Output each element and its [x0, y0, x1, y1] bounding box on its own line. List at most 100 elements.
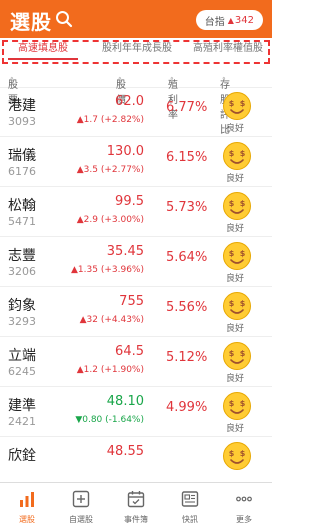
table-row[interactable]: 港建 3093 62.0 ▲1.7 (+2.82%) 6.77% $ $ 良好 — [0, 88, 272, 137]
svg-text:$: $ — [229, 249, 235, 258]
stock-yield: 6.15% — [166, 150, 208, 165]
bottom-nav: 選股 自選股 事件簿 快訊 更多 — [0, 482, 272, 528]
nav-item-watchlist[interactable]: 自選股 — [54, 483, 108, 528]
money-face-icon: $ $ — [222, 341, 252, 371]
stock-price: 99.5 — [115, 194, 144, 209]
index-label: 台指 — [204, 16, 225, 28]
stock-change: ▲32 (+4.43%) — [79, 315, 144, 325]
stock-price: 755 — [119, 294, 144, 309]
stock-change: ▲1.35 (+3.96%) — [71, 265, 144, 275]
nav-item-news[interactable]: 快訊 — [163, 483, 217, 528]
index-badge[interactable]: 台指 ▲ 342 — [195, 10, 263, 30]
stock-price: 48.55 — [106, 444, 144, 459]
rating-label: 良好 — [226, 374, 245, 384]
stock-code: 5471 — [8, 215, 36, 228]
stock-change: ▼0.80 (-1.64%) — [75, 415, 144, 425]
svg-text:$: $ — [240, 349, 246, 358]
search-icon[interactable] — [55, 10, 73, 28]
svg-text:$: $ — [229, 149, 235, 158]
table-header: 股票⇕ 股價⇕ 殖利率⇕ 存股評比⇕ — [0, 64, 272, 136]
bar-chart-icon — [20, 492, 34, 507]
table-row[interactable]: 欣銓 48.55 $ $ — [0, 438, 272, 487]
more-dots-icon — [236, 496, 252, 502]
calendar-icon — [127, 491, 145, 508]
rating-label: 良好 — [226, 324, 245, 334]
money-face-icon: $ $ — [222, 241, 252, 271]
category-tabs: 高速填息股 股利年年成長股 高殖利率權值股 — [0, 38, 272, 60]
svg-text:$: $ — [229, 99, 235, 108]
tab-high-yield-weight[interactable]: 高殖利率權值股 — [186, 38, 270, 60]
table-row[interactable]: 建準 2421 48.10 ▼0.80 (-1.64%) 4.99% $ $ 良好 — [0, 388, 272, 437]
stock-price: 48.10 — [106, 394, 144, 409]
stock-code: 2421 — [8, 415, 36, 428]
active-tab-indicator — [8, 58, 78, 60]
table-row[interactable]: 松翰 5471 99.5 ▲2.9 (+3.00%) 5.73% $ $ 良好 — [0, 188, 272, 237]
svg-text:$: $ — [240, 449, 246, 458]
stock-change: ▲2.9 (+3.00%) — [76, 215, 144, 225]
money-face-icon: $ $ — [222, 291, 252, 321]
stock-change: ▲1.2 (+1.90%) — [76, 365, 144, 375]
plus-square-icon — [72, 490, 90, 508]
svg-text:$: $ — [229, 399, 235, 408]
rating-label: 良好 — [226, 274, 245, 284]
stock-name: 志豐 — [8, 248, 36, 264]
stock-yield: 6.77% — [166, 100, 208, 115]
stock-change: ▲1.7 (+2.82%) — [76, 115, 144, 125]
stock-name: 瑞儀 — [8, 148, 36, 164]
money-face-icon: $ $ — [222, 91, 252, 121]
stock-name: 港建 — [8, 98, 36, 114]
stock-yield: 4.99% — [166, 400, 208, 415]
svg-text:$: $ — [240, 99, 246, 108]
nav-item-more[interactable]: 更多 — [217, 483, 271, 528]
stock-code: 3093 — [8, 115, 36, 128]
tab-fast-dividend[interactable]: 高速填息股 — [8, 38, 78, 60]
top-bar: 選股 台指 ▲ 342 — [0, 0, 272, 38]
money-face-icon: $ $ — [222, 391, 252, 421]
table-row[interactable]: 志豐 3206 35.45 ▲1.35 (+3.96%) 5.64% $ $ 良好 — [0, 238, 272, 287]
rating-label: 良好 — [226, 424, 245, 434]
svg-text:$: $ — [240, 249, 246, 258]
page-title: 選股 — [10, 10, 52, 34]
stock-yield: 5.73% — [166, 200, 208, 215]
svg-text:$: $ — [229, 199, 235, 208]
stock-name: 欣銓 — [8, 448, 36, 464]
nav-item-events[interactable]: 事件簿 — [109, 483, 163, 528]
stock-name: 鈞象 — [8, 298, 36, 314]
sort-icon: ⇕ — [221, 76, 227, 84]
index-up-arrow-icon: ▲ — [227, 15, 234, 25]
stock-price: 64.5 — [115, 344, 144, 359]
news-icon — [181, 491, 199, 507]
table-row[interactable]: 鈞象 3293 755 ▲32 (+4.43%) 5.56% $ $ 良好 — [0, 288, 272, 337]
money-face-icon: $ $ — [222, 441, 252, 471]
sort-icon: ⇕ — [169, 76, 175, 84]
index-value: 342 — [234, 14, 254, 26]
stock-change: ▲3.5 (+2.77%) — [76, 165, 144, 175]
svg-text:$: $ — [240, 399, 246, 408]
stock-code: 6176 — [8, 165, 36, 178]
stock-price: 62.0 — [115, 94, 144, 109]
stock-price: 35.45 — [106, 244, 144, 259]
sort-icon: ⇕ — [9, 76, 15, 84]
stock-code: 3206 — [8, 265, 36, 278]
stock-yield: 5.64% — [166, 250, 208, 265]
table-row[interactable]: 立端 6245 64.5 ▲1.2 (+1.90%) 5.12% $ $ 良好 — [0, 338, 272, 387]
nav-item-screener[interactable]: 選股 — [0, 483, 54, 528]
svg-text:$: $ — [240, 199, 246, 208]
svg-text:$: $ — [240, 149, 246, 158]
rating-label: 良好 — [226, 124, 245, 134]
svg-text:$: $ — [229, 349, 235, 358]
svg-text:$: $ — [229, 299, 235, 308]
svg-text:$: $ — [229, 449, 235, 458]
money-face-icon: $ $ — [222, 141, 252, 171]
rating-label: 良好 — [226, 174, 245, 184]
table-row[interactable]: 瑞儀 6176 130.0 ▲3.5 (+2.77%) 6.15% $ $ 良好 — [0, 138, 272, 187]
stock-code: 3293 — [8, 315, 36, 328]
stock-name: 立端 — [8, 348, 36, 364]
stock-yield: 5.56% — [166, 300, 208, 315]
stock-code: 6245 — [8, 365, 36, 378]
money-face-icon: $ $ — [222, 191, 252, 221]
rating-label: 良好 — [226, 224, 245, 234]
stock-name: 建準 — [8, 398, 36, 414]
stock-price: 130.0 — [106, 144, 144, 159]
tab-growing-dividend[interactable]: 股利年年成長股 — [92, 38, 182, 60]
